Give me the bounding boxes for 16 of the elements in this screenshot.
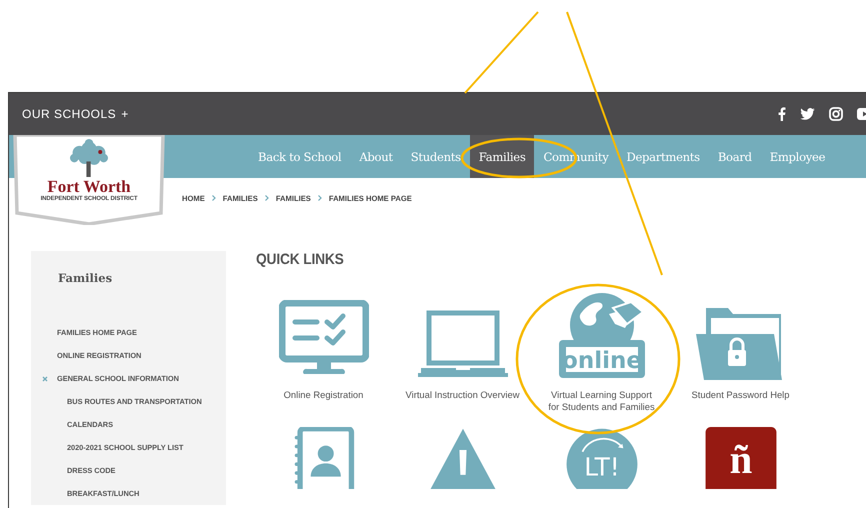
instagram-icon[interactable] xyxy=(829,107,843,121)
quick-link[interactable]: Virtual Learning Support for Students and Families xyxy=(544,389,658,413)
chevron-icon xyxy=(212,195,216,201)
quick-link[interactable]: Student Password Help xyxy=(684,389,798,401)
quick-link[interactable]: Online Registration xyxy=(266,389,380,401)
logo-title: Fort Worth xyxy=(47,178,131,195)
our-schools-menu[interactable]: OUR SCHOOLS + xyxy=(22,107,129,121)
quick-link[interactable]: Virtual Instruction Overview xyxy=(406,389,520,401)
chevron-icon xyxy=(318,195,322,201)
laptop-icon[interactable] xyxy=(418,310,508,380)
twitter-icon[interactable] xyxy=(800,108,815,120)
sidebar-title: Families xyxy=(58,271,114,285)
facebook-icon[interactable] xyxy=(778,107,786,121)
section-heading: QUICK LINKS xyxy=(256,251,345,268)
chevron-icon xyxy=(264,195,269,201)
collapse-icon[interactable] xyxy=(42,376,48,382)
